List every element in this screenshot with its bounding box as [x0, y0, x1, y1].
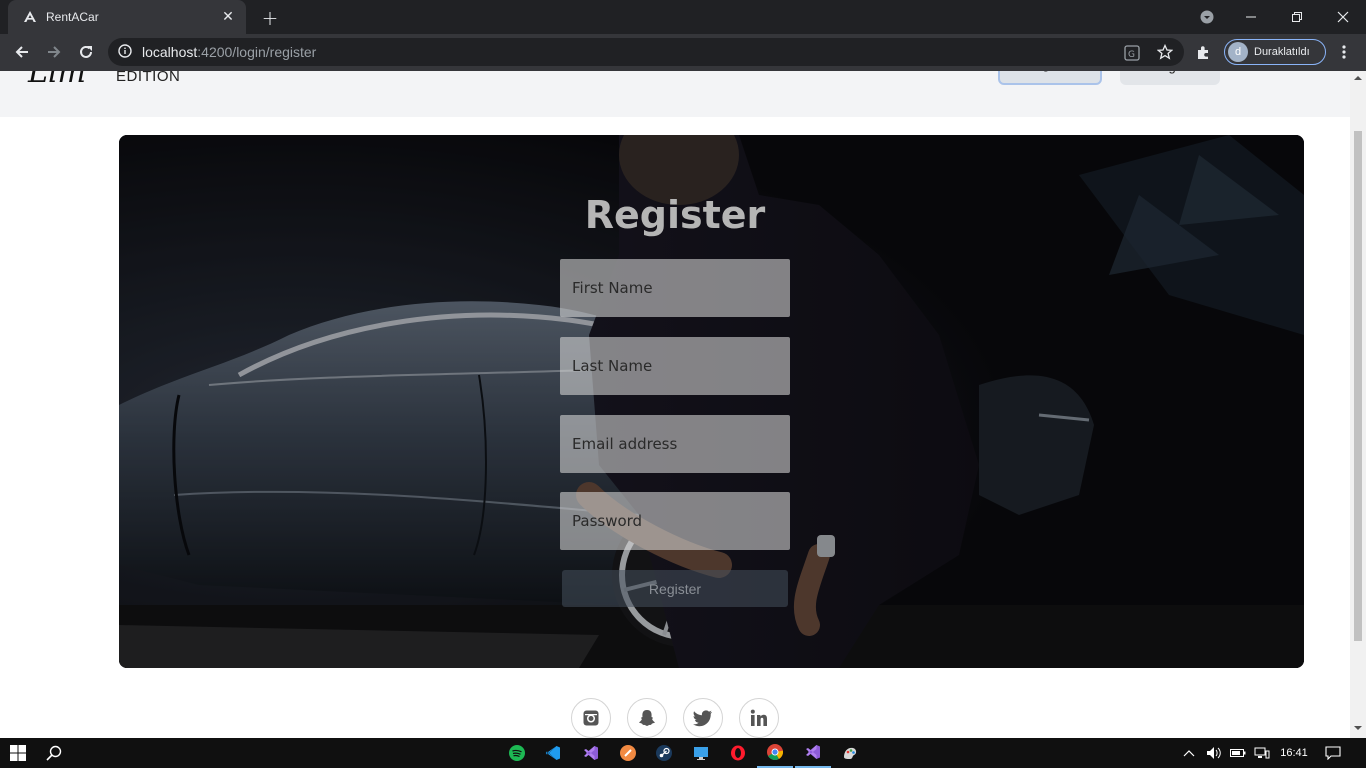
close-window-icon[interactable]: [1320, 0, 1366, 34]
battery-icon[interactable]: [1226, 738, 1250, 768]
windows-taskbar: 16:41: [0, 738, 1366, 768]
reload-icon[interactable]: [72, 38, 100, 66]
scroll-up-icon[interactable]: [1354, 75, 1362, 81]
site-info-icon[interactable]: [118, 43, 132, 62]
logo-text[interactable]: EDITION: [116, 71, 180, 85]
translate-icon[interactable]: G: [1124, 45, 1140, 65]
extensions-puzzle-icon[interactable]: [1190, 38, 1218, 66]
page-viewport: Lim EDITION Register Login: [0, 71, 1366, 738]
last-name-field[interactable]: Last Name: [560, 337, 790, 395]
email-field[interactable]: Email address: [560, 415, 790, 473]
paint-icon[interactable]: [832, 738, 868, 768]
register-submit-button[interactable]: Register: [562, 570, 788, 607]
nav-register-button[interactable]: Register: [998, 71, 1102, 85]
forward-arrow-icon[interactable]: [40, 38, 68, 66]
network-icon[interactable]: [1250, 738, 1274, 768]
address-bar[interactable]: localhost:4200/login/register G: [108, 38, 1184, 66]
visual-studio-2-icon[interactable]: [795, 738, 831, 768]
scrollbar-thumb[interactable]: [1354, 131, 1362, 641]
browser-tab[interactable]: RentACar ✕: [8, 0, 246, 34]
notifications-icon[interactable]: [1318, 738, 1348, 768]
instagram-icon[interactable]: [571, 698, 611, 738]
bookmark-star-icon[interactable]: [1156, 43, 1174, 64]
vscode-icon[interactable]: [535, 738, 571, 768]
steam-icon[interactable]: [646, 738, 682, 768]
browser-orange-icon[interactable]: [610, 738, 646, 768]
windows-start-icon[interactable]: [0, 738, 36, 768]
remote-desktop-icon[interactable]: [683, 738, 719, 768]
first-name-field[interactable]: First Name: [560, 259, 790, 317]
volume-icon[interactable]: [1202, 738, 1226, 768]
tab-title: RentACar: [46, 10, 99, 24]
snapchat-icon[interactable]: [627, 698, 667, 738]
tab-close-icon[interactable]: ✕: [220, 9, 236, 25]
password-field[interactable]: Password: [560, 492, 790, 550]
site-header: Lim EDITION Register Login: [0, 71, 1350, 117]
spotify-icon[interactable]: [499, 738, 535, 768]
new-tab-button[interactable]: +: [258, 6, 282, 30]
url-text: localhost:4200/login/register: [142, 44, 317, 60]
svg-text:G: G: [1128, 50, 1135, 60]
taskbar-clock[interactable]: 16:41: [1272, 738, 1316, 768]
chrome-taskbar-icon[interactable]: [757, 738, 793, 768]
opera-icon[interactable]: [720, 738, 756, 768]
twitter-icon[interactable]: [683, 698, 723, 738]
search-icon[interactable]: [36, 738, 72, 768]
browser-tabstrip: RentACar ✕ +: [0, 0, 1366, 34]
register-hero: Register First Name Last Name Email addr…: [119, 135, 1304, 668]
visual-studio-icon[interactable]: [573, 738, 609, 768]
profile-status: Duraklatıldı: [1254, 46, 1310, 58]
page-title: Register: [584, 193, 766, 237]
logo-script[interactable]: Lim: [28, 71, 86, 90]
angular-favicon-icon: [22, 9, 38, 25]
chrome-menu-icon[interactable]: [1330, 38, 1358, 66]
browser-toolbar: localhost:4200/login/register G d Durakl…: [0, 34, 1366, 71]
minimize-icon[interactable]: [1228, 0, 1274, 34]
tray-chevron-up-icon[interactable]: [1178, 738, 1200, 768]
scroll-down-icon[interactable]: [1354, 725, 1362, 731]
nav-login-button[interactable]: Login: [1120, 71, 1220, 85]
back-arrow-icon[interactable]: [8, 38, 36, 66]
linkedin-icon[interactable]: [739, 698, 779, 738]
avatar: d: [1228, 42, 1248, 62]
restore-icon[interactable]: [1274, 0, 1320, 34]
page-scrollbar[interactable]: [1350, 71, 1366, 738]
tab-search-icon[interactable]: [1184, 0, 1230, 34]
profile-button[interactable]: d Duraklatıldı: [1224, 39, 1326, 65]
